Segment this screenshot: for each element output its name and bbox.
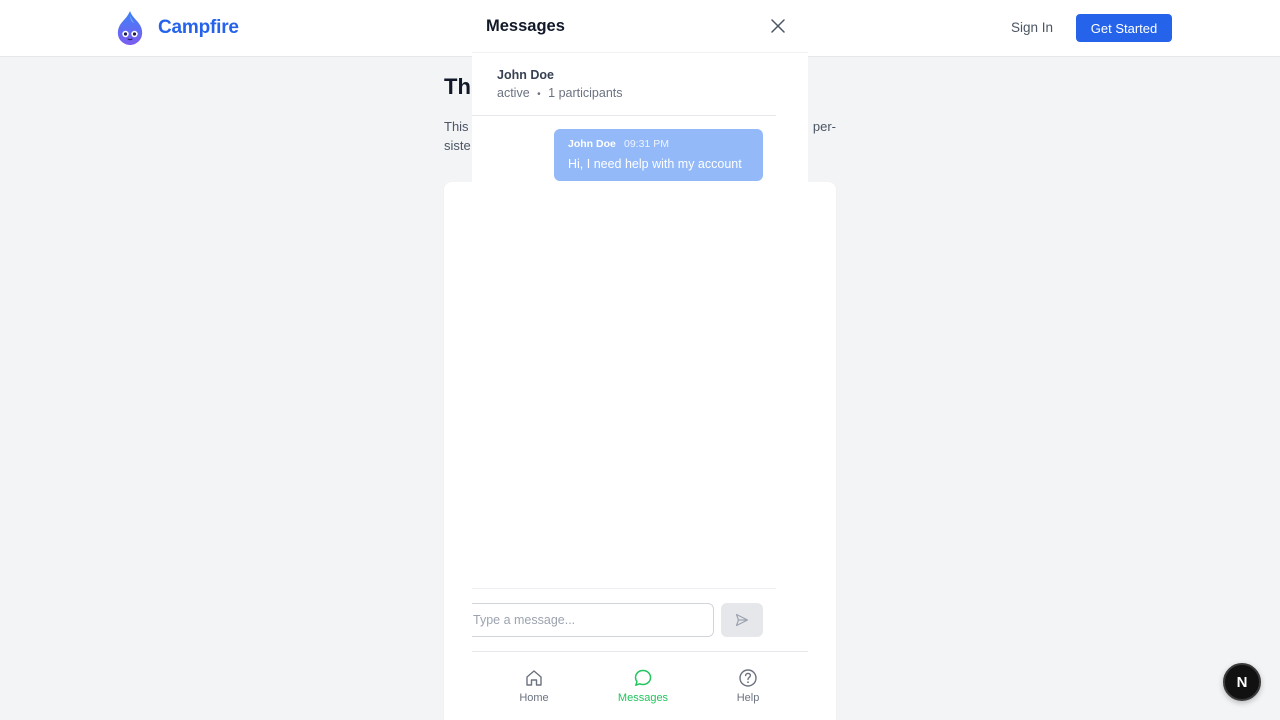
dev-tools-badge-letter: N (1236, 673, 1248, 691)
message-text: Hi, I need help with my account (568, 157, 742, 171)
message-time: 09:31 PM (624, 138, 669, 150)
nav-home[interactable]: Home (499, 668, 569, 708)
sign-in-link[interactable]: Sign In (1011, 20, 1053, 35)
close-icon (771, 19, 785, 33)
nav-home-label: Home (519, 692, 549, 704)
message-bubble[interactable]: John Doe 09:31 PM Hi, I need help with m… (554, 129, 763, 181)
message-circle-icon (634, 669, 652, 686)
status-separator: • (537, 89, 541, 100)
bottom-navigation: Home Messages Help (472, 651, 808, 720)
participant-count: 1 participants (548, 86, 623, 100)
brand-link[interactable]: Campfire (115, 10, 239, 46)
conversation-status: active • 1 participants (497, 86, 623, 100)
message-author: John Doe (568, 138, 616, 150)
nav-messages-label: Messages (617, 692, 669, 704)
conversation-name: John Doe (497, 68, 554, 82)
nav-help-label: Help (736, 692, 760, 704)
home-icon (526, 670, 542, 686)
close-button[interactable] (768, 16, 788, 36)
composer-divider (472, 588, 776, 589)
widget-header: Messages (472, 0, 808, 53)
brand-name: Campfire (158, 17, 239, 38)
nav-help[interactable]: Help (713, 668, 783, 708)
conversation-state: active (497, 86, 530, 100)
send-button[interactable] (721, 603, 763, 637)
page-description-line1-start: This (444, 119, 469, 134)
campfire-logo-icon (117, 11, 143, 45)
send-icon (735, 613, 749, 627)
message-input[interactable] (472, 603, 714, 637)
widget-title: Messages (486, 17, 565, 35)
nav-messages[interactable]: Messages (608, 668, 678, 708)
dev-tools-badge[interactable]: N (1223, 663, 1261, 701)
conversation-header: John Doe active • 1 participants (472, 53, 808, 116)
messages-widget: Messages John Doe active • 1 participant… (472, 0, 808, 720)
get-started-button[interactable]: Get Started (1076, 14, 1172, 42)
page-description-line2-start: siste (444, 138, 471, 153)
message-list[interactable]: John Doe 09:31 PM Hi, I need help with m… (472, 116, 808, 182)
page-title: Thr (444, 74, 472, 99)
help-circle-icon (739, 669, 757, 687)
page-description-line1-end: per- (812, 119, 836, 134)
